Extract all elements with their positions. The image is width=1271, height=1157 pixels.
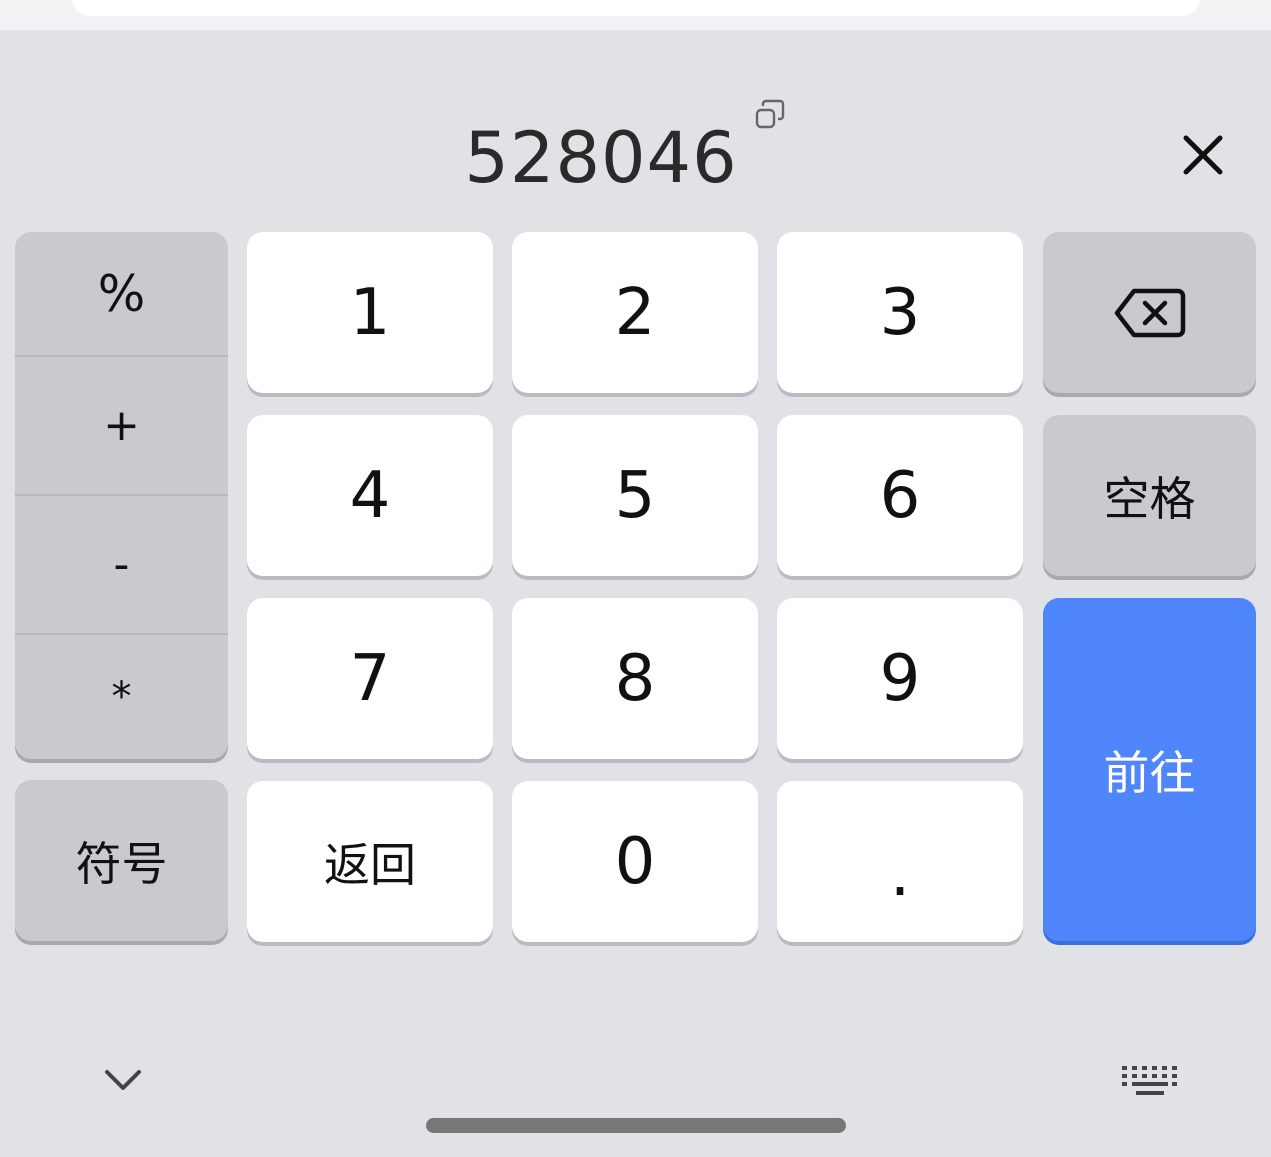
go-key[interactable]: 前往: [1043, 598, 1256, 941]
key-5[interactable]: 5: [512, 415, 758, 576]
plus-key[interactable]: +: [15, 357, 228, 494]
backspace-icon: [1114, 288, 1185, 337]
minus-key[interactable]: -: [15, 496, 228, 633]
percent-key[interactable]: %: [15, 232, 228, 355]
back-key[interactable]: 返回: [247, 781, 493, 942]
top-strip: [0, 0, 1271, 30]
key-2[interactable]: 2: [512, 232, 758, 393]
asterisk-key[interactable]: *: [15, 635, 228, 759]
symbol-column: % + - *: [15, 232, 228, 759]
keyboard-icon[interactable]: [1118, 1062, 1182, 1098]
key-4[interactable]: 4: [247, 415, 493, 576]
close-icon: [1183, 135, 1223, 175]
close-button[interactable]: [1172, 124, 1234, 186]
home-indicator[interactable]: [426, 1118, 846, 1133]
key-8[interactable]: 8: [512, 598, 758, 759]
key-1[interactable]: 1: [247, 232, 493, 393]
copy-icon[interactable]: [752, 98, 788, 134]
key-3[interactable]: 3: [777, 232, 1023, 393]
dot-key[interactable]: .: [777, 781, 1023, 942]
chevron-down-icon[interactable]: [100, 1060, 146, 1100]
backspace-key[interactable]: [1043, 232, 1256, 393]
key-9[interactable]: 9: [777, 598, 1023, 759]
symbols-toggle-key[interactable]: 符号: [15, 780, 228, 941]
key-7[interactable]: 7: [247, 598, 493, 759]
space-key[interactable]: 空格: [1043, 415, 1256, 576]
input-field-edge[interactable]: [72, 0, 1200, 16]
key-6[interactable]: 6: [777, 415, 1023, 576]
key-0[interactable]: 0: [512, 781, 758, 942]
candidate-suggestion[interactable]: 528046: [420, 118, 782, 198]
